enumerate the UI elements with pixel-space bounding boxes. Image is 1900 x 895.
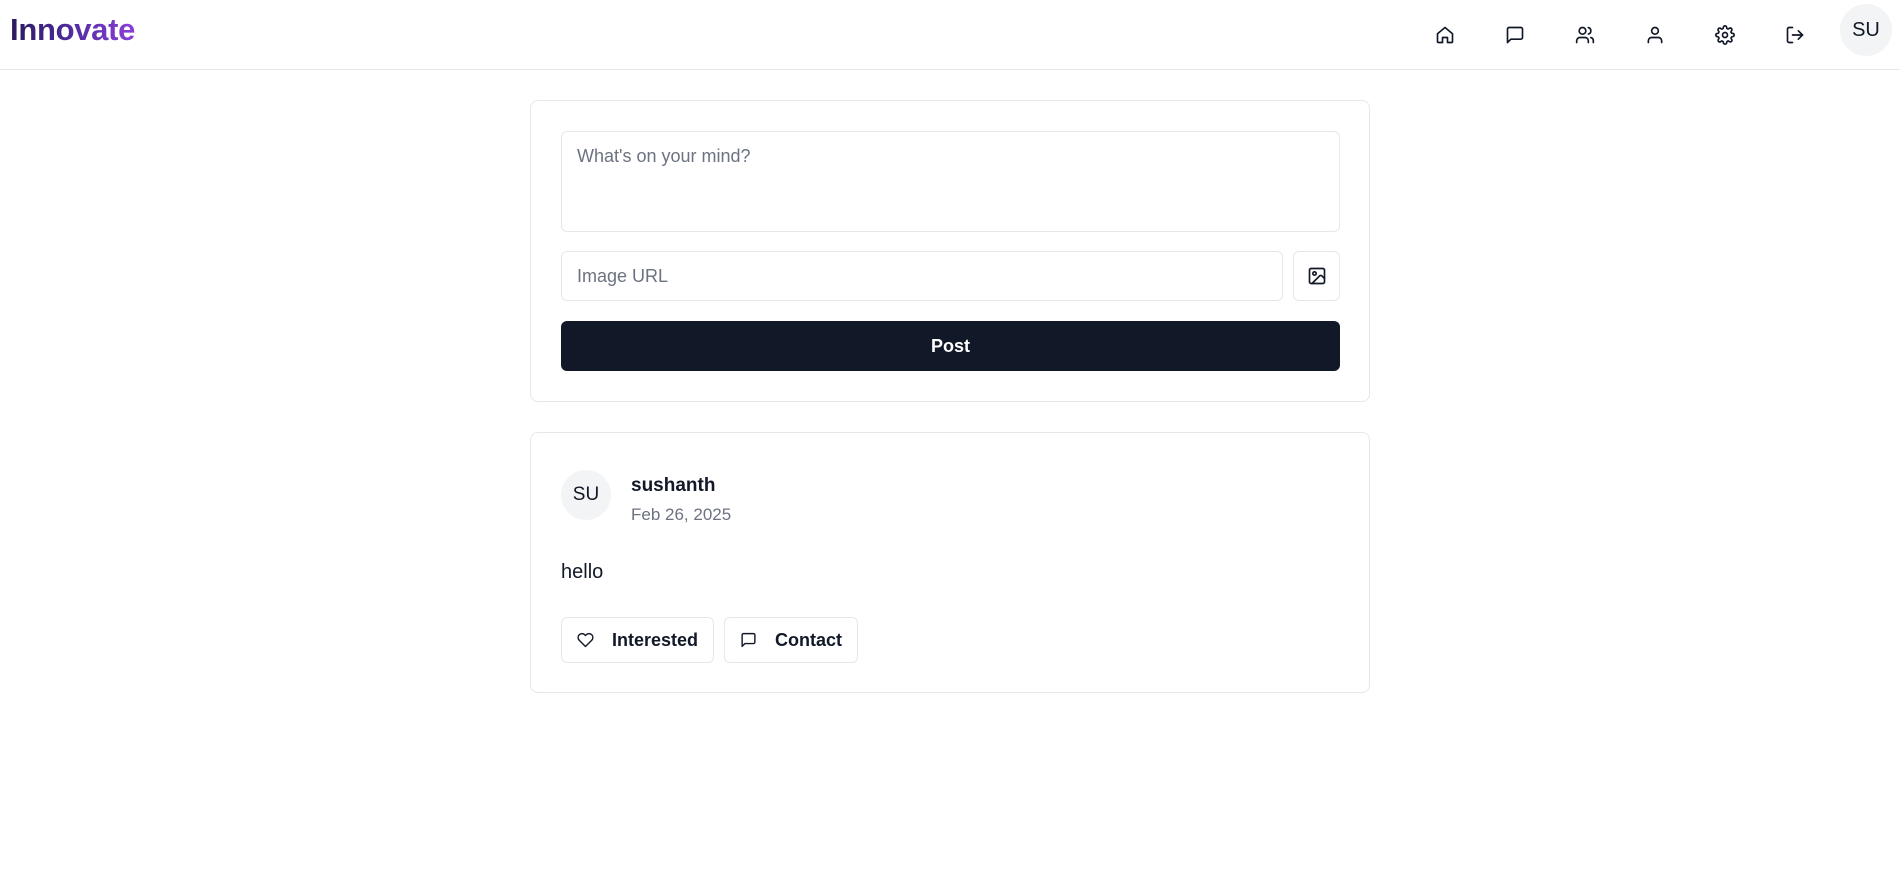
add-image-button[interactable] xyxy=(1293,251,1340,301)
user-avatar[interactable]: SU xyxy=(1840,4,1892,56)
nav-network-button[interactable] xyxy=(1559,9,1611,61)
log-out-icon xyxy=(1786,26,1804,44)
nav-messages-button[interactable] xyxy=(1489,9,1541,61)
interested-button[interactable]: Interested xyxy=(561,617,714,663)
post-author-name[interactable]: sushanth xyxy=(631,475,715,497)
image-icon xyxy=(1308,267,1325,285)
post-button[interactable]: Post xyxy=(561,321,1340,371)
nav-profile-button[interactable] xyxy=(1629,9,1681,61)
post-text-input[interactable] xyxy=(561,131,1340,232)
contact-button[interactable]: Contact xyxy=(724,617,858,663)
nav-home-button[interactable] xyxy=(1419,9,1471,61)
post-card: SU sushanth Feb 26, 2025 hello Intereste… xyxy=(530,432,1370,693)
nav-settings-button[interactable] xyxy=(1699,9,1751,61)
brand-logo[interactable]: Innovate xyxy=(10,12,135,48)
home-icon xyxy=(1436,26,1454,44)
nav-logout-button[interactable] xyxy=(1769,9,1821,61)
post-composer: Post xyxy=(530,100,1370,402)
post-date: Feb 26, 2025 xyxy=(631,505,732,524)
users-icon xyxy=(1575,26,1595,44)
heart-icon xyxy=(577,632,594,648)
post-author-avatar[interactable]: SU xyxy=(561,470,611,520)
message-square-icon xyxy=(741,632,756,648)
interested-label: Interested xyxy=(611,629,698,650)
top-navbar: Innovate SU xyxy=(0,0,1900,70)
contact-label: Contact xyxy=(775,629,842,650)
image-url-input[interactable] xyxy=(561,251,1283,301)
message-square-icon xyxy=(1506,26,1524,44)
gear-icon xyxy=(1715,25,1735,45)
post-content: hello xyxy=(561,561,604,583)
user-icon xyxy=(1647,26,1663,44)
